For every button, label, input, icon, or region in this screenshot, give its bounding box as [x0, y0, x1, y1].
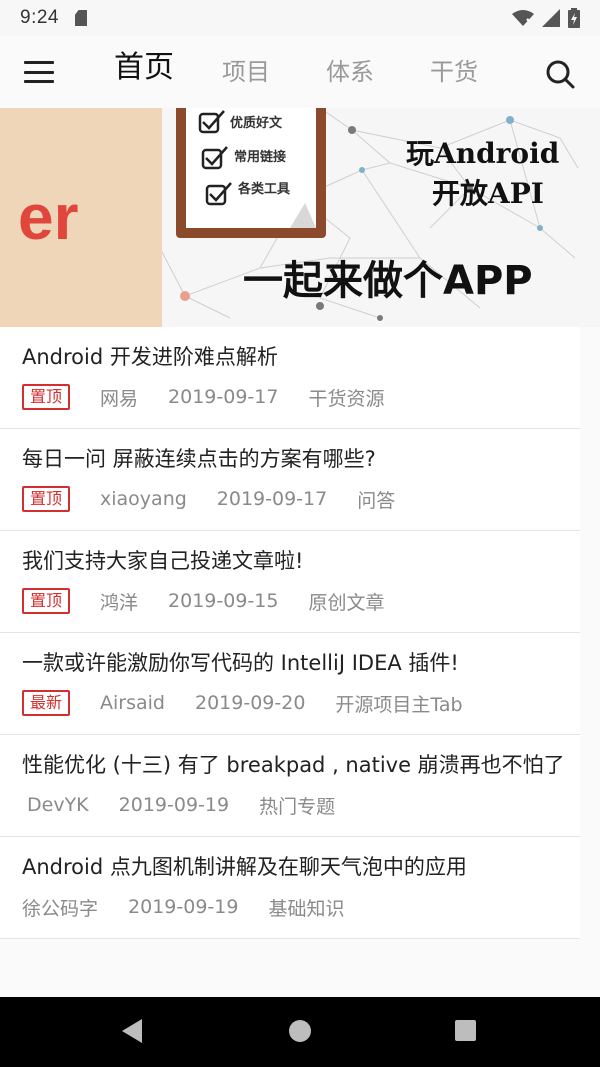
article-meta: 置顶 鸿洋 2019-09-15 原创文章	[22, 584, 580, 618]
home-icon[interactable]	[289, 1020, 311, 1042]
article-title[interactable]: 每日一问 屏蔽连续点击的方案有哪些?	[22, 429, 580, 479]
pinned-badge: 置顶	[22, 588, 71, 614]
article-list: Android 开发进阶难点解析 置顶 网易 2019-09-17 干货资源 每…	[0, 327, 600, 939]
article-title[interactable]: 一款或许能激励你写代码的 IntelliJ IDEA 插件!	[22, 633, 580, 683]
banner-slogan-clip: 一起来做个APP	[243, 256, 578, 306]
status-time: 9:24	[20, 7, 59, 28]
banner-slogan: 一起来做个APP	[243, 258, 533, 304]
tab-home[interactable]: 首页	[114, 46, 174, 90]
article-meta: 最新 Airsaid 2019-09-20 开源项目主Tab	[22, 686, 580, 720]
banner-checklist-item-1: 优质好文	[230, 116, 283, 131]
article-title[interactable]: 我们支持大家自己投递文章啦!	[22, 531, 580, 581]
article-category[interactable]: 原创文章	[308, 588, 384, 615]
battery-icon	[568, 8, 580, 28]
banner-left-text: er	[18, 181, 79, 253]
list-item[interactable]: 我们支持大家自己投递文章啦! 置顶 鸿洋 2019-09-15 原创文章	[0, 531, 580, 633]
article-title[interactable]: Android 开发进阶难点解析	[22, 327, 580, 377]
banner-headline-line2: 开放API	[432, 177, 544, 210]
tab-projects[interactable]: 项目	[222, 50, 270, 94]
article-author: 鸿洋	[100, 591, 139, 614]
banner-checklist-item-2: 常用链接	[234, 150, 287, 165]
system-nav-bar	[0, 997, 600, 1067]
article-meta: DevYK 2019-09-19 热门专题	[22, 788, 580, 822]
article-title[interactable]: Android 点九图机制讲解及在聊天气泡中的应用	[22, 837, 580, 887]
back-icon[interactable]	[122, 1019, 142, 1043]
article-date: 2019-09-20	[195, 692, 306, 714]
list-item[interactable]: 一款或许能激励你写代码的 IntelliJ IDEA 插件! 最新 Airsai…	[0, 633, 580, 735]
banner-headline-line1: 玩Android	[406, 137, 560, 170]
article-title[interactable]: 性能优化 (十三) 有了 breakpad , native 崩溃再也不怕了	[22, 735, 580, 785]
article-category[interactable]: 基础知识	[268, 894, 344, 921]
article-date: 2019-09-15	[168, 590, 279, 612]
article-author: 网易	[100, 387, 139, 410]
article-category[interactable]: 干货资源	[308, 384, 384, 411]
article-date: 2019-09-17	[168, 386, 279, 408]
article-category[interactable]: 热门专题	[259, 792, 335, 819]
banner-checklist-item-3: 各类工具	[238, 182, 291, 197]
status-bar: 9:24	[0, 0, 600, 36]
article-meta: 置顶 网易 2019-09-17 干货资源	[22, 380, 580, 414]
article-date: 2019-09-19	[118, 794, 230, 816]
search-icon[interactable]	[544, 58, 576, 90]
app-bar: 首页 项目 体系 干货	[0, 36, 600, 108]
article-date: 2019-09-17	[216, 488, 328, 510]
banner-carousel[interactable]: er 优质好文 常用链接 各类工具 玩Android 开放API 一起来做个AP…	[0, 108, 600, 327]
article-author: Airsaid	[100, 692, 165, 714]
article-author: DevYK	[27, 794, 89, 816]
article-date: 2019-09-19	[128, 896, 239, 918]
article-meta: 置顶 xiaoyang 2019-09-17 问答	[22, 482, 580, 516]
wifi-icon	[512, 10, 534, 26]
article-category[interactable]: 问答	[357, 486, 395, 513]
article-author: xiaoyang	[100, 488, 187, 510]
list-item[interactable]: Android 点九图机制讲解及在聊天气泡中的应用 徐公码字 2019-09-1…	[0, 837, 580, 939]
article-meta: 徐公码字 2019-09-19 基础知识	[22, 890, 580, 924]
article-author: 徐公码字	[22, 897, 99, 920]
tab-resources[interactable]: 干货	[430, 50, 478, 94]
pinned-badge: 置顶	[22, 384, 71, 410]
cellular-signal-icon	[542, 9, 560, 27]
new-badge: 最新	[22, 690, 71, 716]
list-item[interactable]: Android 开发进阶难点解析 置顶 网易 2019-09-17 干货资源	[0, 327, 580, 429]
article-category[interactable]: 开源项目主Tab	[335, 690, 462, 717]
tab-system[interactable]: 体系	[326, 50, 374, 94]
sd-card-icon	[74, 10, 87, 26]
recents-icon[interactable]	[455, 1020, 476, 1041]
hamburger-menu-icon[interactable]	[24, 58, 54, 86]
list-item[interactable]: 性能优化 (十三) 有了 breakpad , native 崩溃再也不怕了 D…	[0, 735, 580, 837]
list-item[interactable]: 每日一问 屏蔽连续点击的方案有哪些? 置顶 xiaoyang 2019-09-1…	[0, 429, 580, 531]
pinned-badge: 置顶	[22, 486, 71, 512]
status-icons	[512, 8, 580, 28]
